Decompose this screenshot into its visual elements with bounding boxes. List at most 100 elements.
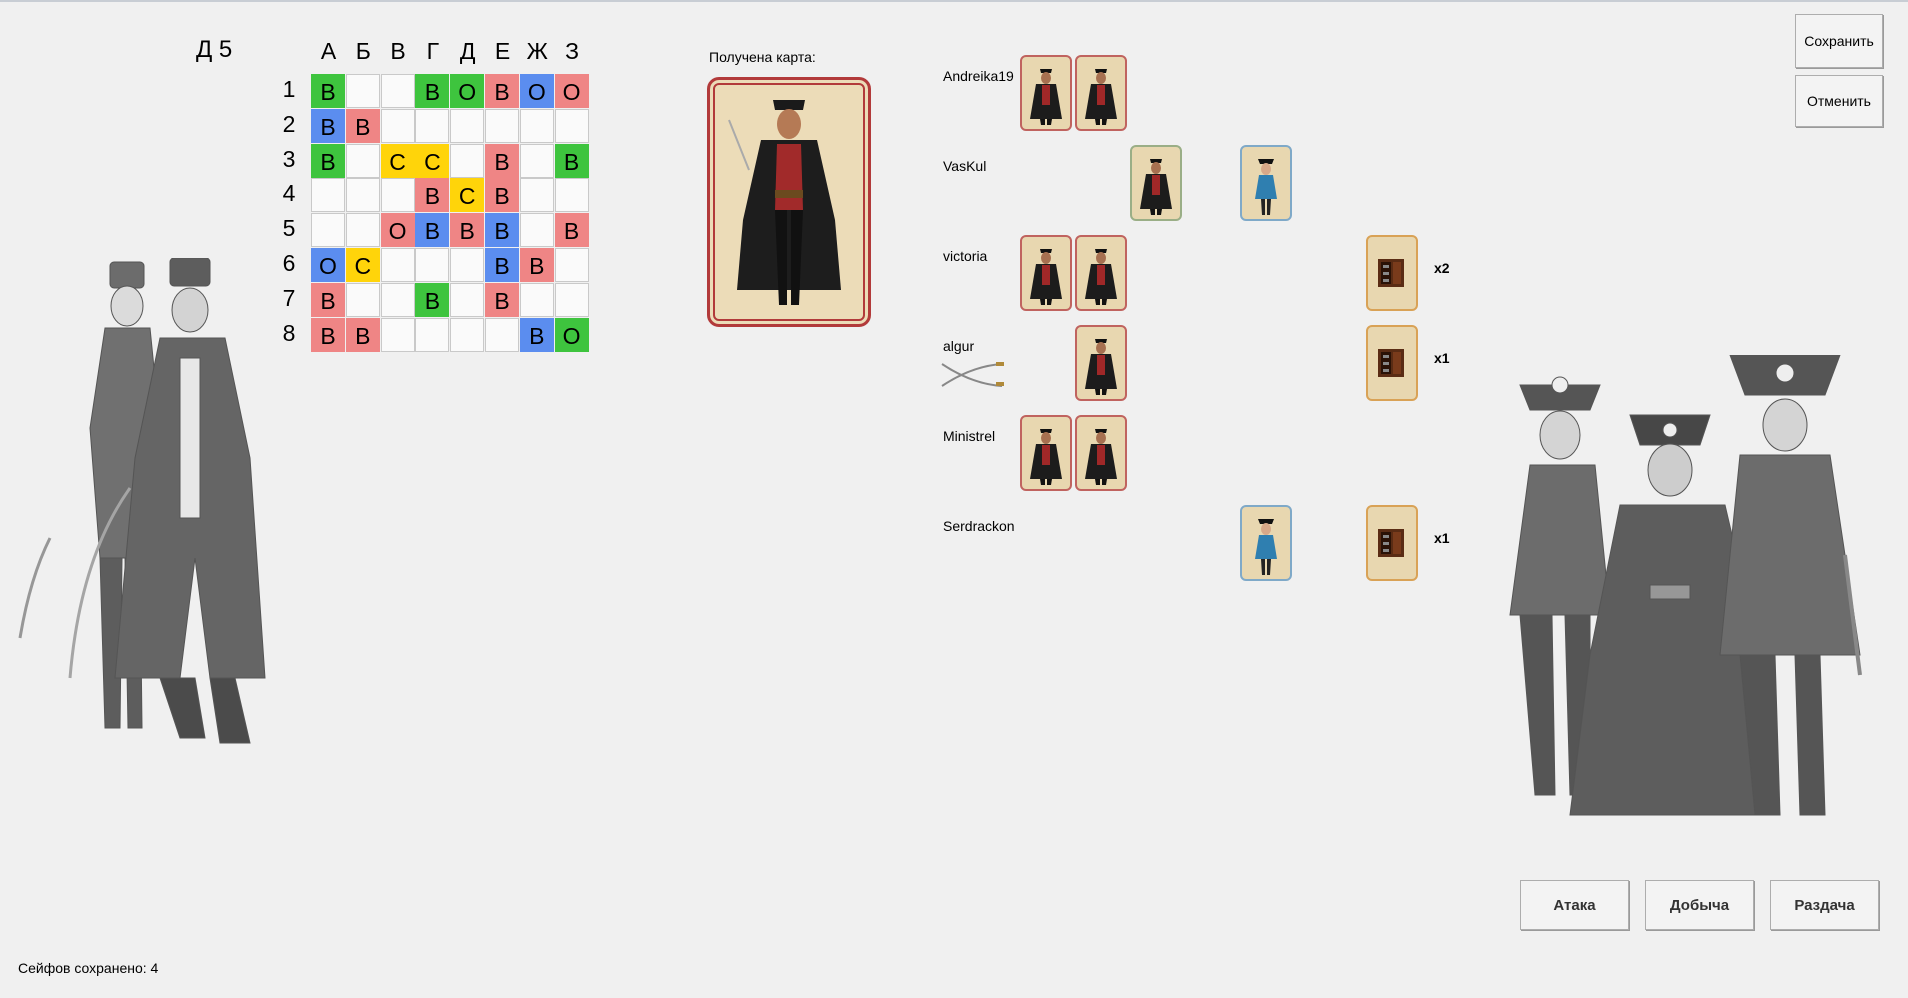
board-cell[interactable]: В: [485, 248, 519, 282]
column-header: Е: [494, 38, 511, 64]
board-cell[interactable]: С: [415, 143, 450, 178]
received-card[interactable]: [707, 77, 871, 327]
board-cell[interactable]: В: [554, 143, 589, 178]
row-header: 1: [282, 76, 296, 102]
board-cell[interactable]: [345, 213, 380, 248]
pirate-lady-card[interactable]: [1240, 145, 1292, 221]
board-cell[interactable]: С: [380, 143, 415, 178]
safe-count: x2: [1434, 260, 1450, 276]
safe-card[interactable]: [1366, 505, 1418, 581]
board-cell[interactable]: В: [311, 108, 345, 143]
board-cell[interactable]: [554, 108, 589, 143]
board-cell[interactable]: [380, 317, 415, 352]
board-cell[interactable]: [519, 282, 554, 317]
board-cell[interactable]: [380, 74, 415, 108]
loot-button[interactable]: Добыча: [1645, 880, 1754, 930]
board-cell[interactable]: В: [485, 213, 519, 248]
board-cell[interactable]: В: [345, 317, 380, 352]
column-header: А: [320, 38, 337, 64]
player-name: Serdrackon: [943, 518, 1015, 534]
board-cell[interactable]: [554, 178, 589, 213]
board-cell[interactable]: [450, 143, 485, 178]
safe-card[interactable]: [1366, 235, 1418, 311]
board-cell[interactable]: В: [415, 213, 450, 248]
board-cell[interactable]: В: [311, 317, 345, 352]
deal-button[interactable]: Раздача: [1770, 880, 1879, 930]
board-cell[interactable]: В: [519, 248, 554, 282]
board-cell[interactable]: [345, 74, 380, 108]
board-cell[interactable]: [380, 108, 415, 143]
board-cell[interactable]: В: [311, 74, 345, 108]
board-cell[interactable]: В: [485, 143, 519, 178]
board-cell[interactable]: В: [415, 282, 450, 317]
board-cell[interactable]: [311, 178, 345, 213]
board-cell[interactable]: О: [450, 74, 485, 108]
board-cell[interactable]: [415, 317, 450, 352]
board-cell[interactable]: В: [554, 213, 589, 248]
safe-count: x1: [1434, 530, 1450, 546]
board-cell[interactable]: В: [311, 143, 345, 178]
board-cell[interactable]: [485, 108, 519, 143]
board-cell[interactable]: [554, 248, 589, 282]
safe-card-icon: [1378, 259, 1404, 287]
pirate-man-card[interactable]: [1075, 55, 1127, 131]
board-cell[interactable]: [380, 282, 415, 317]
board-cell[interactable]: В: [450, 213, 485, 248]
board-cell[interactable]: О: [554, 317, 589, 352]
safes-saved-status: Сейфов сохранено: 4: [18, 960, 159, 976]
row-header: 4: [282, 180, 296, 207]
pirate-lady-card-icon: [1255, 519, 1277, 575]
pirate-man-card[interactable]: [1020, 415, 1072, 491]
player-name: algur: [943, 338, 975, 354]
pirate-man-card[interactable]: [1130, 145, 1182, 221]
board-cell[interactable]: О: [519, 74, 554, 108]
pirate-man-card[interactable]: [1020, 235, 1072, 311]
board-cell[interactable]: [311, 213, 345, 248]
board-cell[interactable]: [345, 282, 380, 317]
board-cell[interactable]: О: [554, 74, 589, 108]
board-cell[interactable]: [519, 178, 554, 213]
safe-card[interactable]: [1366, 325, 1418, 401]
board-cell[interactable]: О: [311, 248, 345, 282]
row-header: 6: [282, 250, 296, 276]
cancel-button[interactable]: Отменить: [1795, 75, 1883, 127]
board-cell[interactable]: [345, 178, 380, 213]
board-cell[interactable]: В: [415, 178, 450, 213]
board-cell[interactable]: [380, 248, 415, 282]
board-cell[interactable]: С: [345, 248, 380, 282]
board-cell[interactable]: [519, 108, 554, 143]
board-cell[interactable]: О: [380, 213, 415, 248]
pirate-man-card-icon: [1085, 249, 1117, 305]
column-header: Д: [459, 38, 476, 64]
pirate-man-card-icon: [1085, 339, 1117, 395]
board-cell[interactable]: [345, 143, 380, 178]
pirate-man-card[interactable]: [1075, 325, 1127, 401]
board-cell[interactable]: [380, 178, 415, 213]
board-cell[interactable]: [519, 213, 554, 248]
player-name: VasKul: [943, 158, 987, 174]
board-cell[interactable]: [519, 143, 554, 178]
pirate-man-card[interactable]: [1075, 235, 1127, 311]
board-cell[interactable]: [450, 282, 485, 317]
pirate-man-card[interactable]: [1020, 55, 1072, 131]
board-cell[interactable]: С: [450, 178, 485, 213]
pirate-man-card-icon: [1030, 249, 1062, 305]
board-cell[interactable]: [450, 248, 485, 282]
pirate-lady-card[interactable]: [1240, 505, 1292, 581]
board-cell[interactable]: В: [485, 282, 519, 317]
board-cell[interactable]: В: [519, 317, 554, 352]
board-cell[interactable]: [554, 282, 589, 317]
board-cell[interactable]: В: [485, 74, 519, 108]
save-button[interactable]: Сохранить: [1795, 14, 1883, 68]
board-cell[interactable]: В: [311, 282, 345, 317]
board-cell[interactable]: В: [415, 74, 450, 108]
attack-button[interactable]: Атака: [1520, 880, 1629, 930]
board-cell[interactable]: [450, 108, 485, 143]
board-cell[interactable]: В: [485, 178, 519, 213]
board-cell[interactable]: [415, 248, 450, 282]
board-cell[interactable]: В: [345, 108, 380, 143]
board-cell[interactable]: [485, 317, 519, 352]
board-cell[interactable]: [450, 317, 485, 352]
pirate-man-card[interactable]: [1075, 415, 1127, 491]
board-cell[interactable]: [415, 108, 450, 143]
